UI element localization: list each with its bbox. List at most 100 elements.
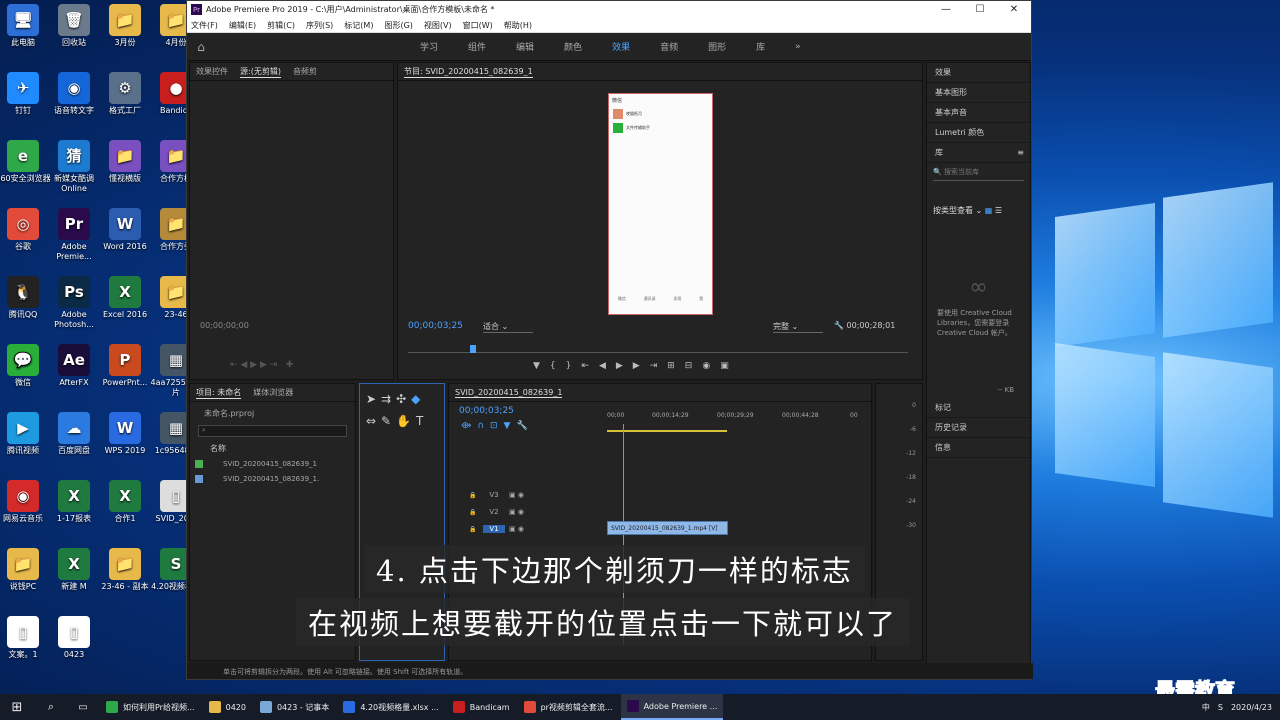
video-clip[interactable]: SVID_20200415_082639_1.mp4 [V] xyxy=(607,521,728,535)
program-tab[interactable]: 节目: SVID_20200415_082639_1 xyxy=(404,66,533,78)
project-item[interactable]: SVID_20200415_082639_1 xyxy=(190,456,355,471)
desktop-icon[interactable]: ◎ 谷歌 xyxy=(0,208,51,274)
tab-media-browser[interactable]: 媒体浏览器 xyxy=(253,387,293,398)
track-label[interactable]: V3 xyxy=(483,491,505,499)
desktop-icon[interactable]: X Excel 2016 xyxy=(97,276,153,342)
menu-item[interactable]: 文件(F) xyxy=(191,20,218,31)
taskbar-item[interactable]: pr视频剪辑全套流... xyxy=(518,694,619,720)
lock-icon[interactable]: 🔒 xyxy=(469,492,483,499)
taskbar-item[interactable]: 如何利用Pr给视频... xyxy=(100,694,201,720)
workspace-tab[interactable]: 编辑 xyxy=(501,40,549,53)
project-search-input[interactable]: ⌕ xyxy=(198,425,347,437)
taskbar-item[interactable]: 0423 - 记事本 xyxy=(254,694,335,720)
timeline-tools[interactable]: ⟴∩⊡▼🔧 xyxy=(461,421,534,431)
desktop-icon[interactable]: 🐧 腾讯QQ xyxy=(0,276,51,342)
taskbar-item[interactable]: 4.20视频格量.xlsx ... xyxy=(337,694,444,720)
tab-audio-clip[interactable]: 音频剪 xyxy=(293,66,317,77)
desktop-icon[interactable]: ☁ 百度网盘 xyxy=(46,412,102,478)
timeline-tab[interactable]: SVID_20200415_082639_1 xyxy=(455,388,563,398)
razor-tool-icon[interactable]: ◆ xyxy=(411,392,425,406)
desktop-icon[interactable]: ▯ 文案。1 xyxy=(0,616,51,682)
project-item[interactable]: SVID_20200415_082639_1. xyxy=(190,471,355,486)
tab-effect-controls[interactable]: 效果控件 xyxy=(196,66,228,77)
track-label[interactable]: V2 xyxy=(483,508,505,516)
desktop-icon[interactable]: 📁 23-46 - 副本 xyxy=(97,548,153,614)
right-panel-item[interactable]: 历史记录 xyxy=(927,418,1030,438)
desktop-icon[interactable]: ◉ 网易云音乐 xyxy=(0,480,51,546)
desktop-icon[interactable]: Pr Adobe Premie... xyxy=(46,208,102,274)
desktop-icon[interactable]: 🗑 回收站 xyxy=(46,4,102,70)
timeline-track[interactable]: 🔒 V2 ▣ ◉ xyxy=(449,504,869,520)
program-scrubber[interactable] xyxy=(408,343,908,353)
workspace-tab[interactable]: 库 xyxy=(741,40,780,53)
desktop-icon[interactable]: Ae AfterFX xyxy=(46,344,102,410)
desktop-icon[interactable]: ◉ 语音转文字 xyxy=(46,72,102,138)
menu-item[interactable]: 标记(M) xyxy=(344,20,373,31)
fit-dropdown[interactable]: 适合 ⌄ xyxy=(483,321,533,333)
desktop-icon[interactable]: W Word 2016 xyxy=(97,208,153,274)
workspace-tab[interactable]: 学习 xyxy=(405,40,453,53)
system-tray[interactable]: 中 S 2020/4/23 xyxy=(1202,702,1280,713)
view-by-type[interactable]: 按类型查看 ⌄ ▦ ☰ xyxy=(927,185,1030,220)
desktop-icon[interactable]: 📁 3月份 xyxy=(97,4,153,70)
right-panel-item[interactable]: 基本声音 xyxy=(927,103,1030,123)
tab-source[interactable]: 源:(无剪辑) xyxy=(240,66,281,78)
desktop-icon[interactable]: ▯ 0423 xyxy=(46,616,102,682)
tools-row-1[interactable]: ➤⇉✣◆ xyxy=(360,384,444,414)
desktop-icon[interactable]: 📁 懂视横版 xyxy=(97,140,153,206)
right-panel-item[interactable]: 信息 xyxy=(927,438,1030,458)
desktop-icon[interactable]: X 新建 M xyxy=(46,548,102,614)
tab-project[interactable]: 项目: 未命名 xyxy=(196,387,242,399)
right-panel-item[interactable]: 效果 xyxy=(927,63,1030,83)
desktop-icon[interactable]: 📁 说钱PC xyxy=(0,548,51,614)
eye-icon[interactable]: ▣ ◉ xyxy=(509,525,524,533)
lock-icon[interactable]: 🔒 xyxy=(469,526,483,533)
desktop-icon[interactable]: ▶ 腾讯视频 xyxy=(0,412,51,478)
task-view-icon[interactable]: ▭ xyxy=(68,694,98,720)
desktop-icon[interactable]: ✈ 钉钉 xyxy=(0,72,51,138)
lock-icon[interactable]: 🔒 xyxy=(469,509,483,516)
desktop-icon[interactable]: W WPS 2019 xyxy=(97,412,153,478)
menu-item[interactable]: 编辑(E) xyxy=(229,20,256,31)
taskbar-item[interactable]: 0420 xyxy=(203,694,252,720)
search-icon[interactable]: ⌕ xyxy=(36,694,66,720)
eye-icon[interactable]: ▣ ◉ xyxy=(509,491,524,499)
taskbar-item[interactable]: Bandicam xyxy=(447,694,516,720)
timeline-ruler[interactable]: 00;00 00;00;14;29 00;00;29;29 00;00;44;28 00 xyxy=(607,412,862,432)
taskbar-item[interactable]: Adobe Premiere ... xyxy=(620,694,724,720)
workspace-tab[interactable]: 效果 xyxy=(597,40,645,53)
desktop-icon[interactable]: e 360安全浏览器 xyxy=(0,140,51,206)
right-panel-item[interactable]: Lumetri 颜色 xyxy=(927,123,1030,143)
quality-dropdown[interactable]: 完整 ⌄ xyxy=(773,321,823,333)
menu-item[interactable]: 窗口(W) xyxy=(463,20,493,31)
menu-item[interactable]: 序列(S) xyxy=(306,20,333,31)
desktop-icon[interactable]: X 合作1 xyxy=(97,480,153,546)
desktop-icon[interactable]: 猜新媒女酷调Online xyxy=(46,140,102,206)
menu-item[interactable]: 帮助(H) xyxy=(504,20,532,31)
maximize-button[interactable]: ☐ xyxy=(963,4,997,15)
right-panel-item[interactable]: 标记 xyxy=(927,398,1030,418)
close-button[interactable]: ✕ xyxy=(997,4,1031,15)
program-transport[interactable]: ▼{} ⇤ ◀ ▶ ▶ ⇥ ⊞ ⊟ ◉ ▣ xyxy=(528,361,734,371)
menu-item[interactable]: 视图(V) xyxy=(424,20,452,31)
track-label[interactable]: V1 xyxy=(483,525,505,533)
workspace-tab[interactable]: 音频 xyxy=(645,40,693,53)
timeline-track[interactable]: 🔒 V3 ▣ ◉ xyxy=(449,487,869,503)
menu-item[interactable]: 剪辑(C) xyxy=(267,20,295,31)
menu-item[interactable]: 图形(G) xyxy=(384,20,412,31)
home-icon[interactable]: ⌂ xyxy=(187,40,215,54)
desktop-icon[interactable]: ⚙ 格式工厂 xyxy=(97,72,153,138)
desktop-icon[interactable]: P PowerPnt... xyxy=(97,344,153,410)
minimize-button[interactable]: — xyxy=(929,4,963,15)
desktop-icon[interactable]: 🖥 此电脑 xyxy=(0,4,51,70)
work-area-bar[interactable] xyxy=(607,430,727,432)
workspace-tab[interactable]: 图形 xyxy=(693,40,741,53)
workspace-tab[interactable]: 组件 xyxy=(453,40,501,53)
tools-row-2[interactable]: ⇔✎✋T xyxy=(360,414,444,428)
eye-icon[interactable]: ▣ ◉ xyxy=(509,508,524,516)
library-search-input[interactable]: 🔍 搜索当前库 xyxy=(933,167,1024,181)
desktop-icon[interactable]: 💬 微信 xyxy=(0,344,51,410)
more-workspaces-icon[interactable]: » xyxy=(780,42,816,52)
workspace-tab[interactable]: 颜色 xyxy=(549,40,597,53)
start-button[interactable]: ⊞ xyxy=(0,694,34,720)
